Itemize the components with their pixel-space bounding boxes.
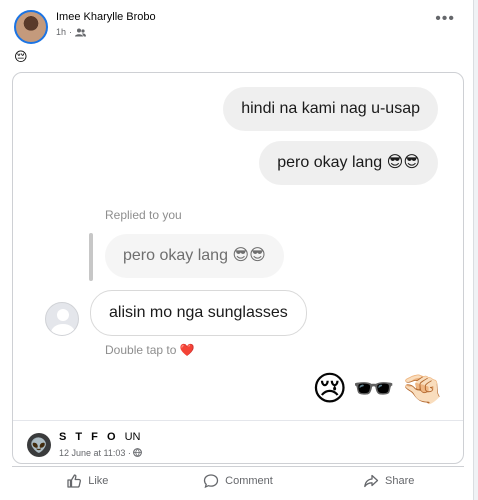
sunglasses-emoji: 🕶️: [352, 370, 395, 408]
reply-quote-bar: [89, 233, 93, 281]
meta-separator: ·: [69, 27, 73, 37]
double-tap-hint: Double tap to ❤️: [105, 343, 195, 357]
friends-icon: [75, 28, 87, 36]
page-date[interactable]: 12 June at 11:03 ·: [59, 448, 133, 458]
author-avatar[interactable]: [14, 10, 48, 44]
share-icon: [364, 474, 379, 487]
share-button[interactable]: Share: [313, 467, 464, 494]
message-bubble: pero okay lang 😎😎: [259, 141, 438, 185]
shared-card[interactable]: hindi na kami nag u-usap pero okay lang …: [12, 72, 464, 464]
like-label: Like: [88, 474, 109, 487]
share-label: Share: [385, 474, 415, 487]
page-name-bold: S T F O: [59, 431, 125, 443]
page-meta: 12 June at 11:03 ·: [59, 448, 143, 458]
thumbs-up-icon: [67, 473, 82, 488]
post-time[interactable]: 1h: [56, 27, 66, 37]
emoji-message: 😢 🕶️ 🤏🏻: [311, 369, 443, 409]
comment-icon: [204, 473, 219, 488]
comment-button[interactable]: Comment: [163, 467, 314, 494]
reply-message-bubble: alisin mo nga sunglasses: [90, 290, 307, 336]
post-caption: 😔: [14, 49, 28, 64]
crying-face-emoji: 😢: [311, 370, 347, 408]
sender-avatar: [45, 302, 79, 336]
post: Imee Kharylle Brobo 1h · ••• 😔 hindi na …: [0, 0, 474, 500]
message-bubble: hindi na kami nag u-usap: [223, 87, 438, 131]
comment-label: Comment: [225, 474, 273, 487]
post-actions: Like Comment Share: [12, 466, 464, 494]
page-avatar[interactable]: 👽: [27, 433, 51, 457]
quoted-message: pero okay lang 😎😎: [105, 234, 284, 278]
page-name[interactable]: S T F O UN: [59, 431, 140, 443]
more-options-icon[interactable]: •••: [435, 11, 455, 27]
page-name-rest: UN: [124, 431, 141, 443]
post-meta: 1h ·: [56, 27, 87, 37]
globe-icon: [133, 448, 143, 457]
pinching-hand-emoji: 🤏🏻: [400, 370, 443, 408]
like-button[interactable]: Like: [12, 467, 163, 494]
replied-label: Replied to you: [105, 208, 182, 222]
card-footer: 👽 S T F O UN 12 June at 11:03 ·: [13, 420, 463, 463]
author-name[interactable]: Imee Kharylle Brobo: [56, 11, 156, 23]
